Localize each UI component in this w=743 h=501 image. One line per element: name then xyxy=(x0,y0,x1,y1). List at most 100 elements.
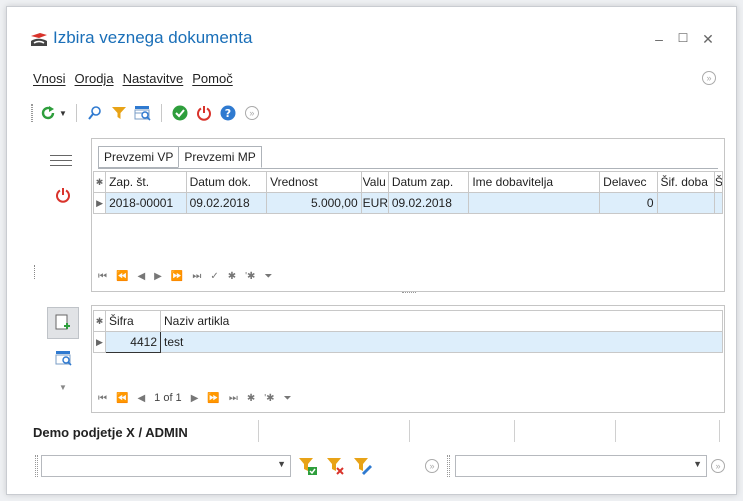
nav-append-dup-icon[interactable]: '✱ xyxy=(245,271,255,282)
col-datum-zap[interactable]: Datum zap. xyxy=(387,171,470,193)
chevron-down-icon[interactable]: ▼ xyxy=(277,459,286,469)
tab-prevzemi-vp[interactable]: Prevzemi VP xyxy=(98,146,179,168)
cell-sif-dobavitelja[interactable] xyxy=(656,192,715,214)
help-icon[interactable]: ? xyxy=(219,104,237,122)
row-pointer-icon: ▶ xyxy=(92,192,107,214)
col-valuta[interactable]: Valu xyxy=(360,171,389,193)
filter-bar: ▼ » ▼ » xyxy=(35,455,727,477)
nav-confirm-icon[interactable]: ✓ xyxy=(210,271,218,282)
toolbar-separator xyxy=(160,104,162,122)
status-separator xyxy=(409,420,410,442)
cell-zap-st[interactable]: 2018-00001 xyxy=(105,192,187,214)
chevron-down-icon[interactable]: ▼ xyxy=(693,459,702,469)
menu-orodja[interactable]: Orodja xyxy=(75,71,114,91)
close-button[interactable]: ✕ xyxy=(700,31,716,48)
nav-first-icon[interactable]: ⏮ xyxy=(98,271,107,282)
menu-vnosi[interactable]: Vnosi xyxy=(33,71,66,91)
filter-clear-icon[interactable] xyxy=(326,456,346,476)
menu-nastavitve[interactable]: Nastavitve xyxy=(123,71,184,91)
nav-next-icon[interactable]: ▶ xyxy=(191,393,199,404)
nav-filter-icon[interactable]: ⏷ xyxy=(264,271,272,282)
collapse-icon[interactable]: » xyxy=(243,104,261,122)
confirm-icon[interactable] xyxy=(171,104,189,122)
menu-pomoc[interactable]: Pomoč xyxy=(192,71,232,91)
nav-append-icon[interactable]: ✱ xyxy=(247,393,255,404)
filter-edit-icon[interactable] xyxy=(353,456,373,476)
documents-grid: ✱ Zap. št. Datum dok. Vrednost Valu Datu… xyxy=(92,171,724,214)
nav-prev-page-icon[interactable]: ⏪ xyxy=(116,271,128,282)
cell-ime-dobavitelja[interactable] xyxy=(468,192,601,214)
new-row-indicator-icon: ✱ xyxy=(93,310,106,332)
toolbar-grip[interactable] xyxy=(31,104,33,122)
filter-grip[interactable] xyxy=(447,455,450,477)
filter-grip[interactable] xyxy=(35,455,38,477)
nav-prev-page-icon[interactable]: ⏪ xyxy=(116,393,128,404)
cell-valuta[interactable]: EUR xyxy=(360,192,389,214)
articles-panel: ✱ Šifra Naziv artikla ▶ 4412 test ⏮ ⏪ ◀ … xyxy=(91,305,725,413)
table-row[interactable]: ▶ 2018-00001 09.02.2018 5.000,00 EUR 09.… xyxy=(92,192,724,214)
nav-next-icon[interactable]: ▶ xyxy=(154,271,162,282)
col-extra[interactable]: Š xyxy=(713,171,724,193)
pager-text: 1 of 1 xyxy=(154,392,182,404)
nav-last-icon[interactable]: ⏭ xyxy=(229,393,238,404)
status-separator xyxy=(719,420,720,442)
refresh-dropdown-icon[interactable]: ▼ xyxy=(59,109,67,118)
minimize-button[interactable]: – xyxy=(651,31,667,47)
filter-right-expand-icon[interactable]: » xyxy=(711,459,725,473)
col-delavec[interactable]: Delavec xyxy=(599,171,658,193)
cell-vrednost[interactable]: 5.000,00 xyxy=(266,192,362,214)
nav-last-icon[interactable]: ⏭ xyxy=(192,271,201,282)
status-separator xyxy=(514,420,515,442)
side-power-icon[interactable] xyxy=(55,187,71,206)
nav-next-page-icon[interactable]: ⏩ xyxy=(207,393,219,404)
nav-prev-icon[interactable]: ◀ xyxy=(137,271,145,282)
col-zap-st[interactable]: Zap. št. xyxy=(105,171,187,193)
articles-navigator: ⏮ ⏪ ◀ 1 of 1 ▶ ⏩ ⏭ ✱ '✱ ⏷ xyxy=(98,392,292,404)
filter-apply-icon[interactable] xyxy=(298,456,318,476)
nav-next-page-icon[interactable]: ⏩ xyxy=(171,271,183,282)
side-grip[interactable] xyxy=(34,265,35,279)
dialog-window: Izbira veznega dokumenta – ☐ ✕ Vnosi Oro… xyxy=(6,6,737,495)
cell-datum-zap[interactable]: 09.02.2018 xyxy=(387,192,470,214)
col-datum-dok[interactable]: Datum dok. xyxy=(185,171,268,193)
tab-prevzemi-mp[interactable]: Prevzemi MP xyxy=(178,146,262,168)
col-sifra[interactable]: Šifra xyxy=(105,310,161,332)
refresh-icon[interactable] xyxy=(39,104,57,122)
add-document-button[interactable] xyxy=(47,307,79,339)
side-grid-search-icon[interactable] xyxy=(55,350,73,369)
nav-append-dup-icon[interactable]: '✱ xyxy=(264,393,274,404)
hamburger-menu-icon[interactable] xyxy=(50,155,72,170)
grid-header-row: ✱ Zap. št. Datum dok. Vrednost Valu Datu… xyxy=(92,171,724,193)
filter-expand-icon[interactable]: » xyxy=(425,459,439,473)
toolbar-separator xyxy=(75,104,77,122)
col-sif-dobavitelja[interactable]: Šif. doba xyxy=(656,171,715,193)
tab-strip: Prevzemi VP Prevzemi MP xyxy=(98,146,262,168)
tab-divider xyxy=(98,168,718,169)
col-vrednost[interactable]: Vrednost xyxy=(266,171,362,193)
menu-bar: Vnosi Orodja Nastavitve Pomoč xyxy=(33,71,233,91)
cell-datum-dok[interactable]: 09.02.2018 xyxy=(185,192,268,214)
power-icon[interactable] xyxy=(195,104,213,122)
filter-combo-right[interactable]: ▼ xyxy=(455,455,707,477)
nav-prev-icon[interactable]: ◀ xyxy=(137,393,145,404)
menu-collapse-icon[interactable]: » xyxy=(702,71,716,85)
svg-text:?: ? xyxy=(225,107,231,120)
cell-naziv-artikla[interactable]: test xyxy=(160,331,723,353)
cell-sifra[interactable]: 4412 xyxy=(105,331,161,353)
nav-append-icon[interactable]: ✱ xyxy=(228,271,236,282)
search-icon[interactable] xyxy=(86,104,104,122)
side-expand-icon[interactable]: ▼ xyxy=(59,383,67,392)
col-ime-dobavitelja[interactable]: Ime dobavitelja xyxy=(468,171,601,193)
maximize-button[interactable]: ☐ xyxy=(675,31,691,45)
cell-delavec[interactable]: 0 xyxy=(599,192,658,214)
cell-extra[interactable] xyxy=(713,192,724,214)
nav-first-icon[interactable]: ⏮ xyxy=(98,393,107,404)
filter-icon[interactable] xyxy=(110,104,128,122)
nav-filter-icon[interactable]: ⏷ xyxy=(284,393,292,404)
table-row[interactable]: ▶ 4412 test xyxy=(93,331,723,353)
col-naziv-artikla[interactable]: Naziv artikla xyxy=(160,310,723,332)
filter-combo-left[interactable]: ▼ xyxy=(41,455,291,477)
grid-search-icon[interactable] xyxy=(134,104,152,122)
row-pointer-icon: ▶ xyxy=(93,331,106,353)
panel-splitter[interactable] xyxy=(402,292,416,296)
